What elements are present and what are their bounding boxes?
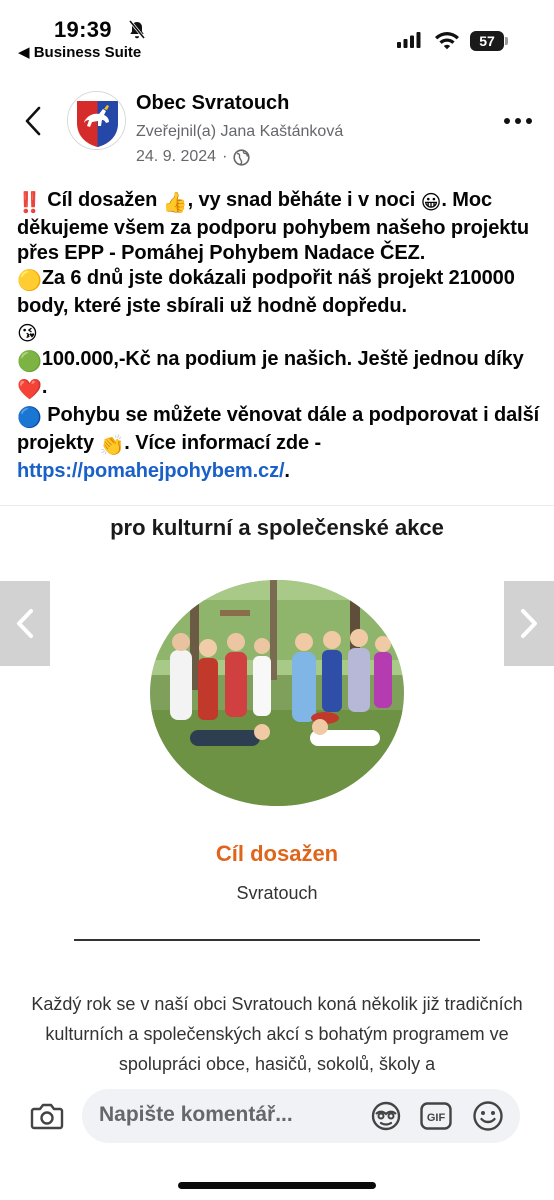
coat-of-arms-icon [68, 92, 125, 149]
home-indicator[interactable] [178, 1182, 376, 1189]
status-time: 19:39 [54, 17, 112, 42]
bell-off-icon [128, 20, 146, 39]
gif-icon[interactable]: GIF [420, 1102, 452, 1130]
attachment-description: Každý rok se v naší obci Svratouch koná … [31, 994, 523, 1074]
post-paragraph-2: 🟡Za 6 dnů jste dokázali podpořit náš pro… [17, 266, 542, 347]
comment-placeholder: Napište komentář... [99, 1103, 293, 1126]
post-paragraph-1: ‼️ Cíl dosažen 👍, vy snad běháte i v noc… [17, 188, 542, 266]
chevron-right-icon [521, 609, 537, 638]
wifi-icon [435, 32, 459, 50]
post-date[interactable]: 24. 9. 2024 [136, 148, 216, 166]
goal-title: Cíl dosažen [215, 841, 339, 866]
battery-tip [505, 37, 508, 45]
page-avatar[interactable] [67, 91, 126, 150]
post-author: Zveřejnil(a) Jana Kaštánková [136, 123, 344, 140]
smiley-icon[interactable] [472, 1100, 504, 1132]
double-exclamation-emoji: ‼️ [17, 192, 42, 214]
divider [74, 939, 480, 941]
post-text-segment: . [284, 460, 290, 482]
thumbs-up-emoji: 👍 [162, 192, 188, 214]
meta-separator: · [222, 148, 228, 165]
post-meta: 24. 9. 2024 · [136, 148, 251, 166]
green-circle-emoji: 🟢 [17, 351, 42, 373]
yellow-circle-emoji: 🟡 [17, 270, 42, 292]
post-text-segment: . [41, 376, 48, 398]
external-link[interactable]: https://pomahejpohybem.cz/ [17, 460, 285, 482]
children-photo [150, 580, 404, 806]
photo-illustration [150, 580, 404, 806]
back-to-app-link[interactable]: ◀ Business Suite [18, 43, 141, 61]
svg-text:GIF: GIF [427, 1112, 446, 1124]
attachment-heading: pro kulturní a společenské akce [110, 515, 444, 540]
comment-bar: Napište komentář... GIF [0, 1080, 554, 1200]
attached-web-content[interactable]: pro kulturní a společenské akce Cíl dosa… [0, 505, 554, 1080]
clapping-hands-emoji: 👏 [99, 435, 125, 457]
kissing-face-emoji: 😘 [17, 323, 38, 345]
back-chevron-icon[interactable] [20, 104, 46, 138]
status-bar: 19:39 ◀ Business Suite 57 [0, 0, 554, 64]
carousel-next-button[interactable] [504, 581, 554, 666]
post-text: ‼️ Cíl dosažen 👍, vy snad běháte i v noc… [17, 188, 542, 484]
chevron-left-icon [17, 609, 33, 638]
globe-icon [233, 148, 251, 166]
post-text-segment: Za 6 dnů jste dokázali podpořit náš proj… [17, 267, 515, 317]
post-text-segment: Cíl dosažen [41, 189, 163, 211]
comment-input[interactable]: Napište komentář... GIF [82, 1089, 520, 1143]
post-text-segment: . Více informací zde - [124, 432, 322, 454]
battery-icon: 57 [470, 31, 508, 51]
signal-icon [397, 32, 421, 48]
place-name: Svratouch [236, 883, 318, 903]
camera-icon[interactable] [30, 1100, 64, 1132]
post-text-segment: 100.000,-Kč na podium je našich. Ještě j… [41, 348, 524, 370]
more-dots-icon[interactable] [502, 108, 534, 134]
carousel-prev-button[interactable] [0, 581, 50, 666]
red-heart-emoji: ❤️ [17, 379, 42, 401]
avatar-sticker-icon[interactable] [369, 1099, 403, 1133]
battery-level: 57 [470, 31, 504, 51]
post-paragraph-4: 🔵 Pohybu se můžete věnovat dále a podpor… [17, 403, 542, 484]
blue-circle-emoji: 🔵 [17, 407, 42, 429]
grinning-emoji: 😀 [420, 192, 442, 214]
post-text-segment: , vy snad běháte i v noci [187, 189, 421, 211]
page-name[interactable]: Obec Svratouch [136, 92, 289, 115]
post-paragraph-3: 🟢100.000,-Kč na podium je našich. Ještě … [17, 347, 542, 403]
